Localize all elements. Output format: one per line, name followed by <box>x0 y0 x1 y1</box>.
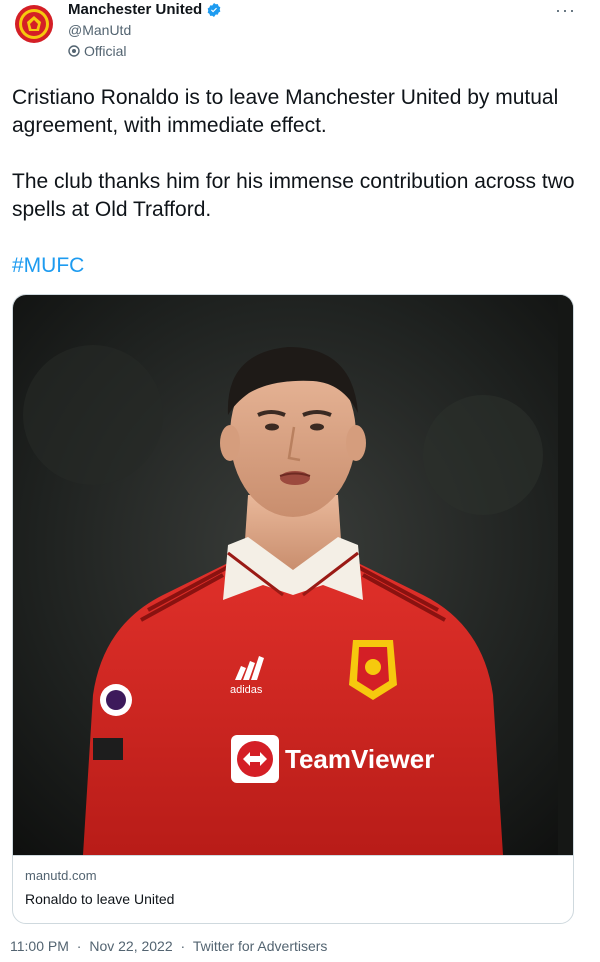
meta-separator: · <box>180 938 186 954</box>
hashtag-link[interactable]: #MUFC <box>12 252 582 280</box>
link-card[interactable]: adidas TeamViewer manutd.com Ronaldo to … <box>12 294 574 924</box>
tweet: Manchester United @ManUtd Official ··· C… <box>0 0 600 962</box>
tweet-paragraph-2: The club thanks him for his immense cont… <box>12 170 575 221</box>
more-options-icon[interactable]: ··· <box>555 0 576 21</box>
author-handle[interactable]: @ManUtd <box>68 22 131 38</box>
avatar[interactable] <box>14 4 54 44</box>
author-name-row[interactable]: Manchester United <box>68 1 222 18</box>
card-footer[interactable]: manutd.com Ronaldo to leave United <box>13 855 573 923</box>
tweet-date[interactable]: Nov 22, 2022 <box>89 938 172 954</box>
card-domain: manutd.com <box>25 868 97 883</box>
player-photo[interactable]: adidas TeamViewer <box>13 295 573 855</box>
tweet-time[interactable]: 11:00 PM <box>10 938 69 954</box>
card-title: Ronaldo to leave United <box>25 891 175 907</box>
club-crest-icon <box>15 5 53 43</box>
sponsor-logo-icon <box>231 735 279 783</box>
jersey-sponsor-text: TeamViewer <box>285 744 434 774</box>
tweet-source: Twitter for Advertisers <box>192 938 328 954</box>
affiliation-label: Official <box>84 43 127 59</box>
tweet-text: Cristiano Ronaldo is to leave Manchester… <box>12 84 582 280</box>
official-affiliation-icon <box>68 45 80 57</box>
affiliation-badge[interactable]: Official <box>68 43 127 59</box>
tweet-metadata: 11:00 PM · Nov 22, 2022 · Twitter for Ad… <box>10 938 331 954</box>
jersey-brand-text: adidas <box>230 684 263 696</box>
tweet-paragraph-1: Cristiano Ronaldo is to leave Manchester… <box>12 86 559 137</box>
author-name[interactable]: Manchester United <box>68 1 202 18</box>
meta-separator: · <box>76 938 82 954</box>
verified-badge-icon <box>207 2 221 17</box>
